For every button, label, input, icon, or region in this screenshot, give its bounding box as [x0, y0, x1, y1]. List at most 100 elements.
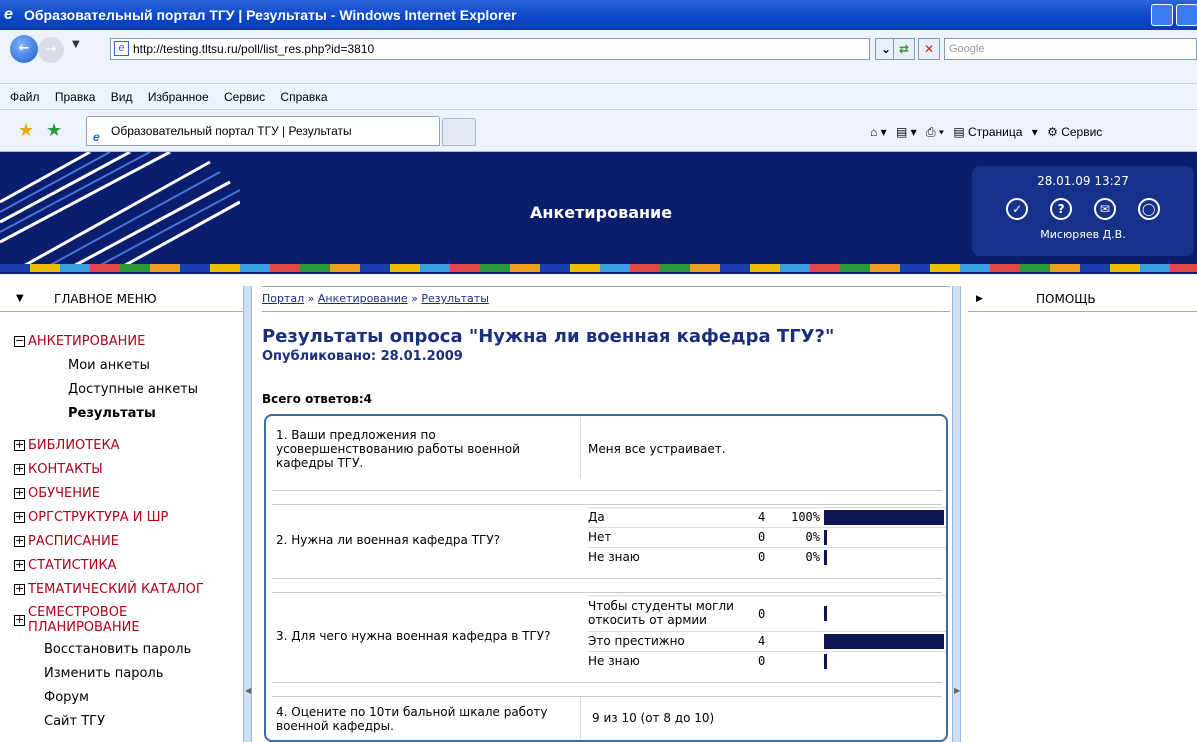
sidebar-item-catalog[interactable]: + ТЕМАТИЧЕСКИЙ КАТАЛОГ — [0, 578, 243, 602]
window-title: Образовательный портал ТГУ | Результаты … — [24, 7, 517, 23]
favorites-star-icon[interactable]: ★ — [18, 120, 34, 141]
sidebar-subitem-available-surveys[interactable]: Доступные анкеты — [0, 378, 243, 402]
forward-button[interactable]: → — [38, 37, 64, 63]
restore-password-link[interactable]: Восстановить пароль — [0, 638, 243, 662]
page-icon: e — [114, 41, 129, 56]
right-splitter[interactable]: ▶ — [952, 286, 961, 742]
sidebar-subitem-results[interactable]: Результаты — [0, 402, 243, 426]
tab-results[interactable]: e Образовательный портал ТГУ | Результат… — [86, 116, 440, 146]
option-name: Не знаю — [588, 550, 640, 564]
url-input[interactable]: e http://testing.tltsu.ru/poll/list_res.… — [110, 38, 870, 60]
question-4: 4. Оцените по 10ти бальной шкале работу … — [272, 696, 942, 740]
tab-label: Образовательный портал ТГУ | Результаты — [111, 124, 352, 138]
menu-edit[interactable]: Правка — [55, 90, 96, 104]
sidebar-item-label: КОНТАКТЫ — [28, 462, 103, 477]
collapse-icon[interactable]: − — [14, 335, 25, 347]
help-heading: ПОМОЩЬ — [1036, 292, 1096, 306]
option-bar — [824, 654, 827, 669]
breadcrumb-separator: » — [411, 292, 418, 305]
expand-icon[interactable]: + — [14, 583, 25, 595]
expand-icon[interactable]: + — [14, 487, 25, 499]
results-table: 1. Ваши предложения по усовершенствовани… — [264, 414, 948, 742]
history-dropdown-icon[interactable]: ▼ — [72, 39, 80, 50]
published-date: Опубликовано: 28.01.2009 — [262, 349, 463, 364]
menu-favorites[interactable]: Избранное — [148, 90, 209, 104]
sidebar-item-label: СТАТИСТИКА — [28, 558, 117, 573]
expand-icon[interactable]: + — [14, 439, 25, 451]
change-password-link[interactable]: Изменить пароль — [0, 662, 243, 686]
option-count: 0 — [758, 607, 766, 621]
refresh-button[interactable]: ⇄ — [893, 38, 915, 60]
add-favorite-icon[interactable]: ★ — [46, 120, 62, 141]
option-bar — [824, 550, 827, 565]
sidebar-item-label: ОРГСТРУКТУРА И ШР — [28, 510, 169, 525]
search-input[interactable]: Google — [944, 38, 1197, 60]
back-button[interactable]: ← — [10, 35, 38, 63]
breadcrumb: Портал » Анкетирование » Результаты — [262, 286, 950, 312]
option-row: Это престижно 4 — [588, 631, 946, 650]
maximize-button[interactable] — [1176, 4, 1197, 26]
expand-icon[interactable]: + — [14, 614, 25, 626]
tabs-bar: ★ ★ e Образовательный портал ТГУ | Резул… — [0, 110, 1197, 152]
help-icon[interactable]: ? — [1050, 198, 1073, 220]
sidebar-item-label: СЕМЕСТРОВОЕ ПЛАНИРОВАНИЕ — [28, 605, 140, 635]
menu-help[interactable]: Справка — [280, 90, 327, 104]
expand-icon[interactable]: + — [14, 559, 25, 571]
menu-view[interactable]: Вид — [111, 90, 133, 104]
print-icon[interactable]: ⎙ ▾ — [926, 125, 944, 139]
total-answers-value: 4 — [363, 392, 372, 406]
check-icon[interactable]: ✓ — [1006, 198, 1029, 220]
tools-menu[interactable]: ⚙ Сервис — [1047, 125, 1108, 139]
splitter-arrow-icon: ◀ — [245, 686, 252, 695]
left-splitter[interactable]: ◀ — [243, 286, 252, 742]
expand-icon[interactable]: + — [14, 463, 25, 475]
sidebar-subitem-my-surveys[interactable]: Мои анкеты — [0, 354, 243, 378]
question-text: 1. Ваши предложения по усовершенствовани… — [276, 428, 520, 470]
feeds-icon[interactable]: ▤ ▾ — [896, 125, 917, 139]
expand-arrow-icon: ▶ — [976, 294, 983, 304]
sidebar-item-contacts[interactable]: + КОНТАКТЫ — [0, 458, 243, 482]
sidebar-item-semester-planning[interactable]: + СЕМЕСТРОВОЕ ПЛАНИРОВАНИЕ — [0, 602, 200, 638]
sidebar-item-org-structure[interactable]: + ОРГСТРУКТУРА И ШР — [0, 506, 243, 530]
menu-file[interactable]: Файл — [10, 90, 40, 104]
breadcrumb-portal[interactable]: Портал — [262, 292, 304, 305]
breadcrumb-results[interactable]: Результаты — [421, 292, 489, 305]
expand-icon[interactable]: + — [14, 511, 25, 523]
home-icon[interactable]: ⌂ ▾ — [870, 125, 887, 139]
breadcrumb-surveys[interactable]: Анкетирование — [318, 292, 408, 305]
tab-page-icon: e — [93, 130, 100, 144]
question-text: 2. Нужна ли военная кафедра ТГУ? — [276, 533, 501, 547]
mail-icon[interactable]: ✉ — [1093, 198, 1116, 220]
university-site-link[interactable]: Сайт ТГУ — [0, 710, 243, 734]
option-name: Да — [588, 510, 605, 524]
question-divider — [272, 578, 942, 579]
forum-link[interactable]: Форум — [0, 686, 243, 710]
option-percent: 100% — [791, 510, 820, 524]
lock-icon[interactable]: ◯ — [1137, 198, 1160, 220]
ie-icon: e — [4, 6, 13, 23]
help-header[interactable]: ▶ ПОМОЩЬ — [968, 286, 1197, 312]
sidebar-header[interactable]: ▼ ГЛАВНОЕ МЕНЮ — [0, 286, 243, 312]
sidebar-item-schedule[interactable]: + РАСПИСАНИЕ — [0, 530, 243, 554]
question-3: 3. Для чего нужна военная кафедра в ТГУ?… — [272, 592, 946, 676]
sidebar-item-education[interactable]: + ОБУЧЕНИЕ — [0, 482, 243, 506]
sidebar-item-label: РАСПИСАНИЕ — [28, 534, 119, 549]
minimize-button[interactable] — [1151, 4, 1173, 26]
option-bar — [824, 606, 827, 621]
sidebar-item-statistics[interactable]: + СТАТИСТИКА — [0, 554, 243, 578]
user-name: Мисюряев Д.В. — [1040, 228, 1126, 241]
menu-bar: Файл Правка Вид Избранное Сервис Справка — [0, 84, 1197, 110]
main-content: Портал » Анкетирование » Результаты Резу… — [262, 286, 950, 742]
sidebar-item-library[interactable]: + БИБЛИОТЕКА — [0, 434, 243, 458]
option-name: Не знаю — [588, 654, 640, 668]
sidebar-item-surveys[interactable]: − АНКЕТИРОВАНИЕ — [0, 330, 243, 354]
stop-button[interactable]: ✕ — [918, 38, 940, 60]
option-row: Да 4 100% — [588, 507, 946, 526]
expand-icon[interactable]: + — [14, 535, 25, 547]
new-tab-button[interactable] — [442, 118, 476, 146]
collapse-arrow-icon: ▼ — [16, 293, 24, 304]
page-menu[interactable]: ▤ Страница ▾ — [953, 125, 1037, 139]
banner-logo-stripes — [0, 152, 240, 268]
help-panel: ▶ ПОМОЩЬ — [968, 286, 1197, 742]
menu-tools[interactable]: Сервис — [224, 90, 265, 104]
